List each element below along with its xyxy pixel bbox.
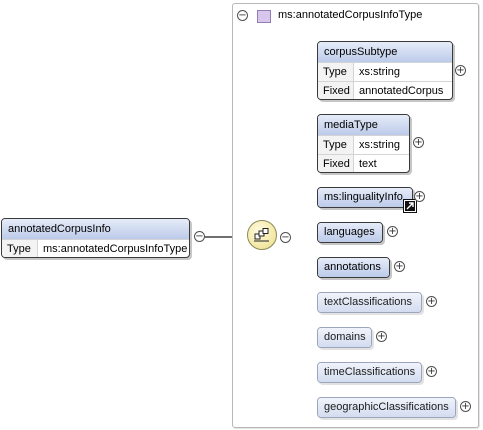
expand-toggle-textClassifications[interactable]: + bbox=[426, 296, 437, 307]
root-element-name: annotatedCorpusInfo bbox=[2, 219, 189, 239]
element-name: languages bbox=[318, 223, 382, 242]
compositor-collapse-toggle[interactable]: − bbox=[280, 232, 291, 243]
element-name: domains bbox=[318, 328, 371, 347]
root-type-row: Type ms:annotatedCorpusInfoType bbox=[2, 239, 189, 257]
element-geographicClassifications[interactable]: geographicClassifications bbox=[317, 397, 456, 418]
type-row: Type xs:string bbox=[318, 135, 409, 154]
element-domains[interactable]: domains bbox=[317, 327, 372, 348]
reference-arrow-icon bbox=[403, 199, 417, 213]
fixed-value: annotatedCorpus bbox=[359, 85, 444, 97]
element-name: annotations bbox=[318, 258, 389, 277]
sequence-icon bbox=[254, 228, 269, 242]
element-name: timeClassifications bbox=[318, 363, 421, 382]
element-name: textClassifications bbox=[318, 293, 421, 312]
fixed-value: text bbox=[359, 158, 377, 170]
expand-toggle-geographicClassifications[interactable]: + bbox=[460, 401, 471, 412]
element-timeClassifications[interactable]: timeClassifications bbox=[317, 362, 422, 383]
type-key: Type bbox=[318, 63, 354, 81]
expand-toggle-annotations[interactable]: + bbox=[394, 261, 405, 272]
complex-type-icon bbox=[257, 10, 271, 23]
frame-collapse-toggle[interactable]: − bbox=[237, 10, 248, 21]
element-name: mediaType bbox=[318, 115, 409, 135]
root-type-value: ms:annotatedCorpusInfoType bbox=[43, 243, 188, 255]
element-name: ms:lingualityInfo bbox=[318, 188, 412, 207]
element-name: corpusSubtype bbox=[318, 42, 452, 62]
sequence-compositor[interactable] bbox=[247, 220, 277, 250]
root-collapse-toggle[interactable]: − bbox=[194, 231, 205, 242]
element-annotations[interactable]: annotations bbox=[317, 257, 390, 278]
element-mediaType[interactable]: mediaType Type xs:string Fixed text bbox=[317, 114, 410, 173]
element-corpusSubtype[interactable]: corpusSubtype Type xs:string Fixed annot… bbox=[317, 41, 453, 100]
type-row: Type xs:string bbox=[318, 62, 452, 81]
expand-toggle-languages[interactable]: + bbox=[387, 226, 398, 237]
expand-toggle-domains[interactable]: + bbox=[376, 331, 387, 342]
expand-toggle-timeClassifications[interactable]: + bbox=[426, 366, 437, 377]
fixed-key: Fixed bbox=[318, 82, 354, 99]
type-value: xs:string bbox=[359, 139, 400, 151]
element-lingualityInfo[interactable]: ms:lingualityInfo bbox=[317, 187, 413, 208]
expand-toggle-corpusSubtype[interactable]: + bbox=[455, 65, 466, 76]
fixed-key: Fixed bbox=[318, 155, 354, 172]
frame-title: ms:annotatedCorpusInfoType bbox=[278, 9, 423, 21]
type-key: Type bbox=[318, 136, 354, 154]
type-value: xs:string bbox=[359, 66, 400, 78]
element-name: geographicClassifications bbox=[318, 398, 455, 417]
root-element[interactable]: annotatedCorpusInfo Type ms:annotatedCor… bbox=[1, 218, 190, 258]
expand-toggle-lingualityInfo[interactable]: + bbox=[414, 191, 425, 202]
root-type-key: Type bbox=[2, 240, 38, 257]
element-textClassifications[interactable]: textClassifications bbox=[317, 292, 422, 313]
expand-toggle-mediaType[interactable]: + bbox=[413, 137, 424, 148]
element-languages[interactable]: languages bbox=[317, 222, 383, 243]
fixed-row: Fixed annotatedCorpus bbox=[318, 81, 452, 99]
fixed-row: Fixed text bbox=[318, 154, 409, 172]
